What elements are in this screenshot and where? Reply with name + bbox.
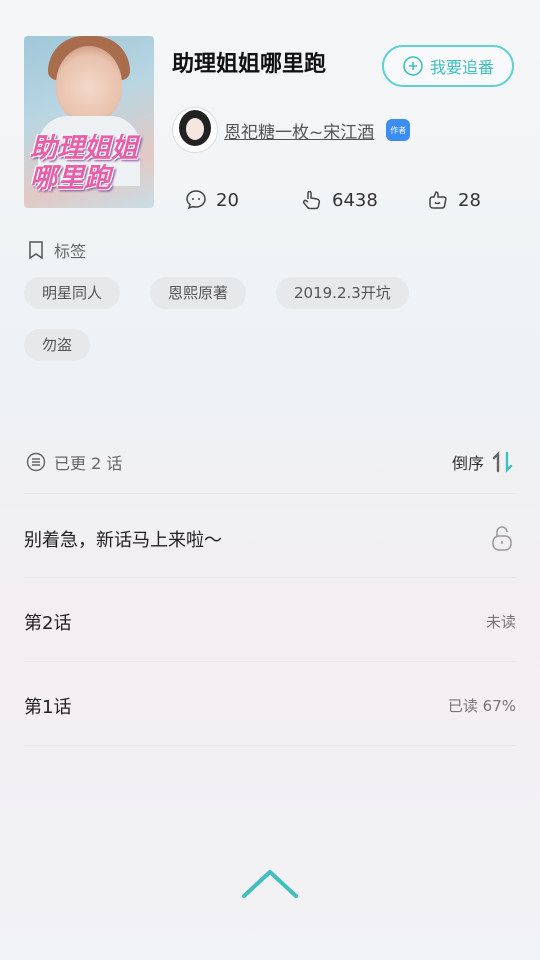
divider <box>24 577 516 578</box>
book-cover[interactable]: 助理姐姐哪里跑 <box>24 36 154 208</box>
tags-label: 标签 <box>54 242 87 261</box>
tag-chip[interactable]: 勿盗 <box>24 329 91 361</box>
tag-icon <box>26 240 46 260</box>
chapter-row-upcoming[interactable]: 别着急，新话马上来啦～ <box>24 518 516 558</box>
comments-stat[interactable]: 20 <box>184 188 239 212</box>
avatar[interactable] <box>172 107 218 153</box>
likes-count: 6438 <box>332 189 378 211</box>
chapter-status: 未读 <box>485 613 516 631</box>
author-name[interactable]: 恩祀糖一枚~宋江酒 <box>224 118 374 143</box>
tips-count: 28 <box>458 189 481 211</box>
scroll-top-button[interactable] <box>242 868 298 904</box>
divider <box>24 493 516 494</box>
chapter-count-text: 已更 2 话 <box>54 454 123 473</box>
list-icon <box>26 452 46 472</box>
chevron-up-icon <box>242 870 298 904</box>
tag-chip[interactable]: 恩熙原著 <box>150 277 247 309</box>
divider <box>24 661 516 662</box>
chapter-title: 别着急，新话马上来啦～ <box>24 530 222 551</box>
chapter-count: 已更 2 话 <box>26 450 122 474</box>
chapter-title: 第1话 <box>24 697 72 718</box>
lock-icon <box>490 524 514 556</box>
tag-chip[interactable]: 2019.2.3开坑 <box>276 277 409 309</box>
tags-header: 标签 <box>26 238 86 262</box>
chapter-row[interactable]: 第2话 未读 <box>24 601 516 641</box>
follow-label: 我要追番 <box>429 58 494 77</box>
sort-icon <box>490 451 516 473</box>
chapter-status: 已读 67% <box>447 697 516 715</box>
follow-button[interactable]: 我要追番 <box>382 45 514 87</box>
author-badge: 作者 <box>386 119 411 141</box>
author-row[interactable]: 恩祀糖一枚~宋江酒 作者 <box>172 106 411 154</box>
chapter-row[interactable]: 第1话 已读 67% <box>24 685 516 725</box>
sort-label: 倒序 <box>451 454 484 473</box>
divider <box>24 745 516 746</box>
tip-icon <box>426 188 450 212</box>
likes-stat[interactable]: 6438 <box>300 188 378 212</box>
comment-icon <box>184 188 208 212</box>
avatar-face <box>186 118 204 140</box>
chapter-list-header: 已更 2 话 倒序 <box>26 450 516 478</box>
cover-figure-face <box>56 46 122 122</box>
like-icon <box>300 188 324 212</box>
book-title: 助理姐姐哪里跑 <box>172 52 327 77</box>
comments-count: 20 <box>216 189 239 211</box>
tips-stat[interactable]: 28 <box>426 188 481 212</box>
add-circle-icon <box>402 55 424 77</box>
sort-button[interactable]: 倒序 <box>452 450 516 474</box>
cover-title: 助理姐姐哪里跑 <box>30 133 138 194</box>
chapter-title: 第2话 <box>24 613 72 634</box>
tag-chip[interactable]: 明星同人 <box>24 277 121 309</box>
